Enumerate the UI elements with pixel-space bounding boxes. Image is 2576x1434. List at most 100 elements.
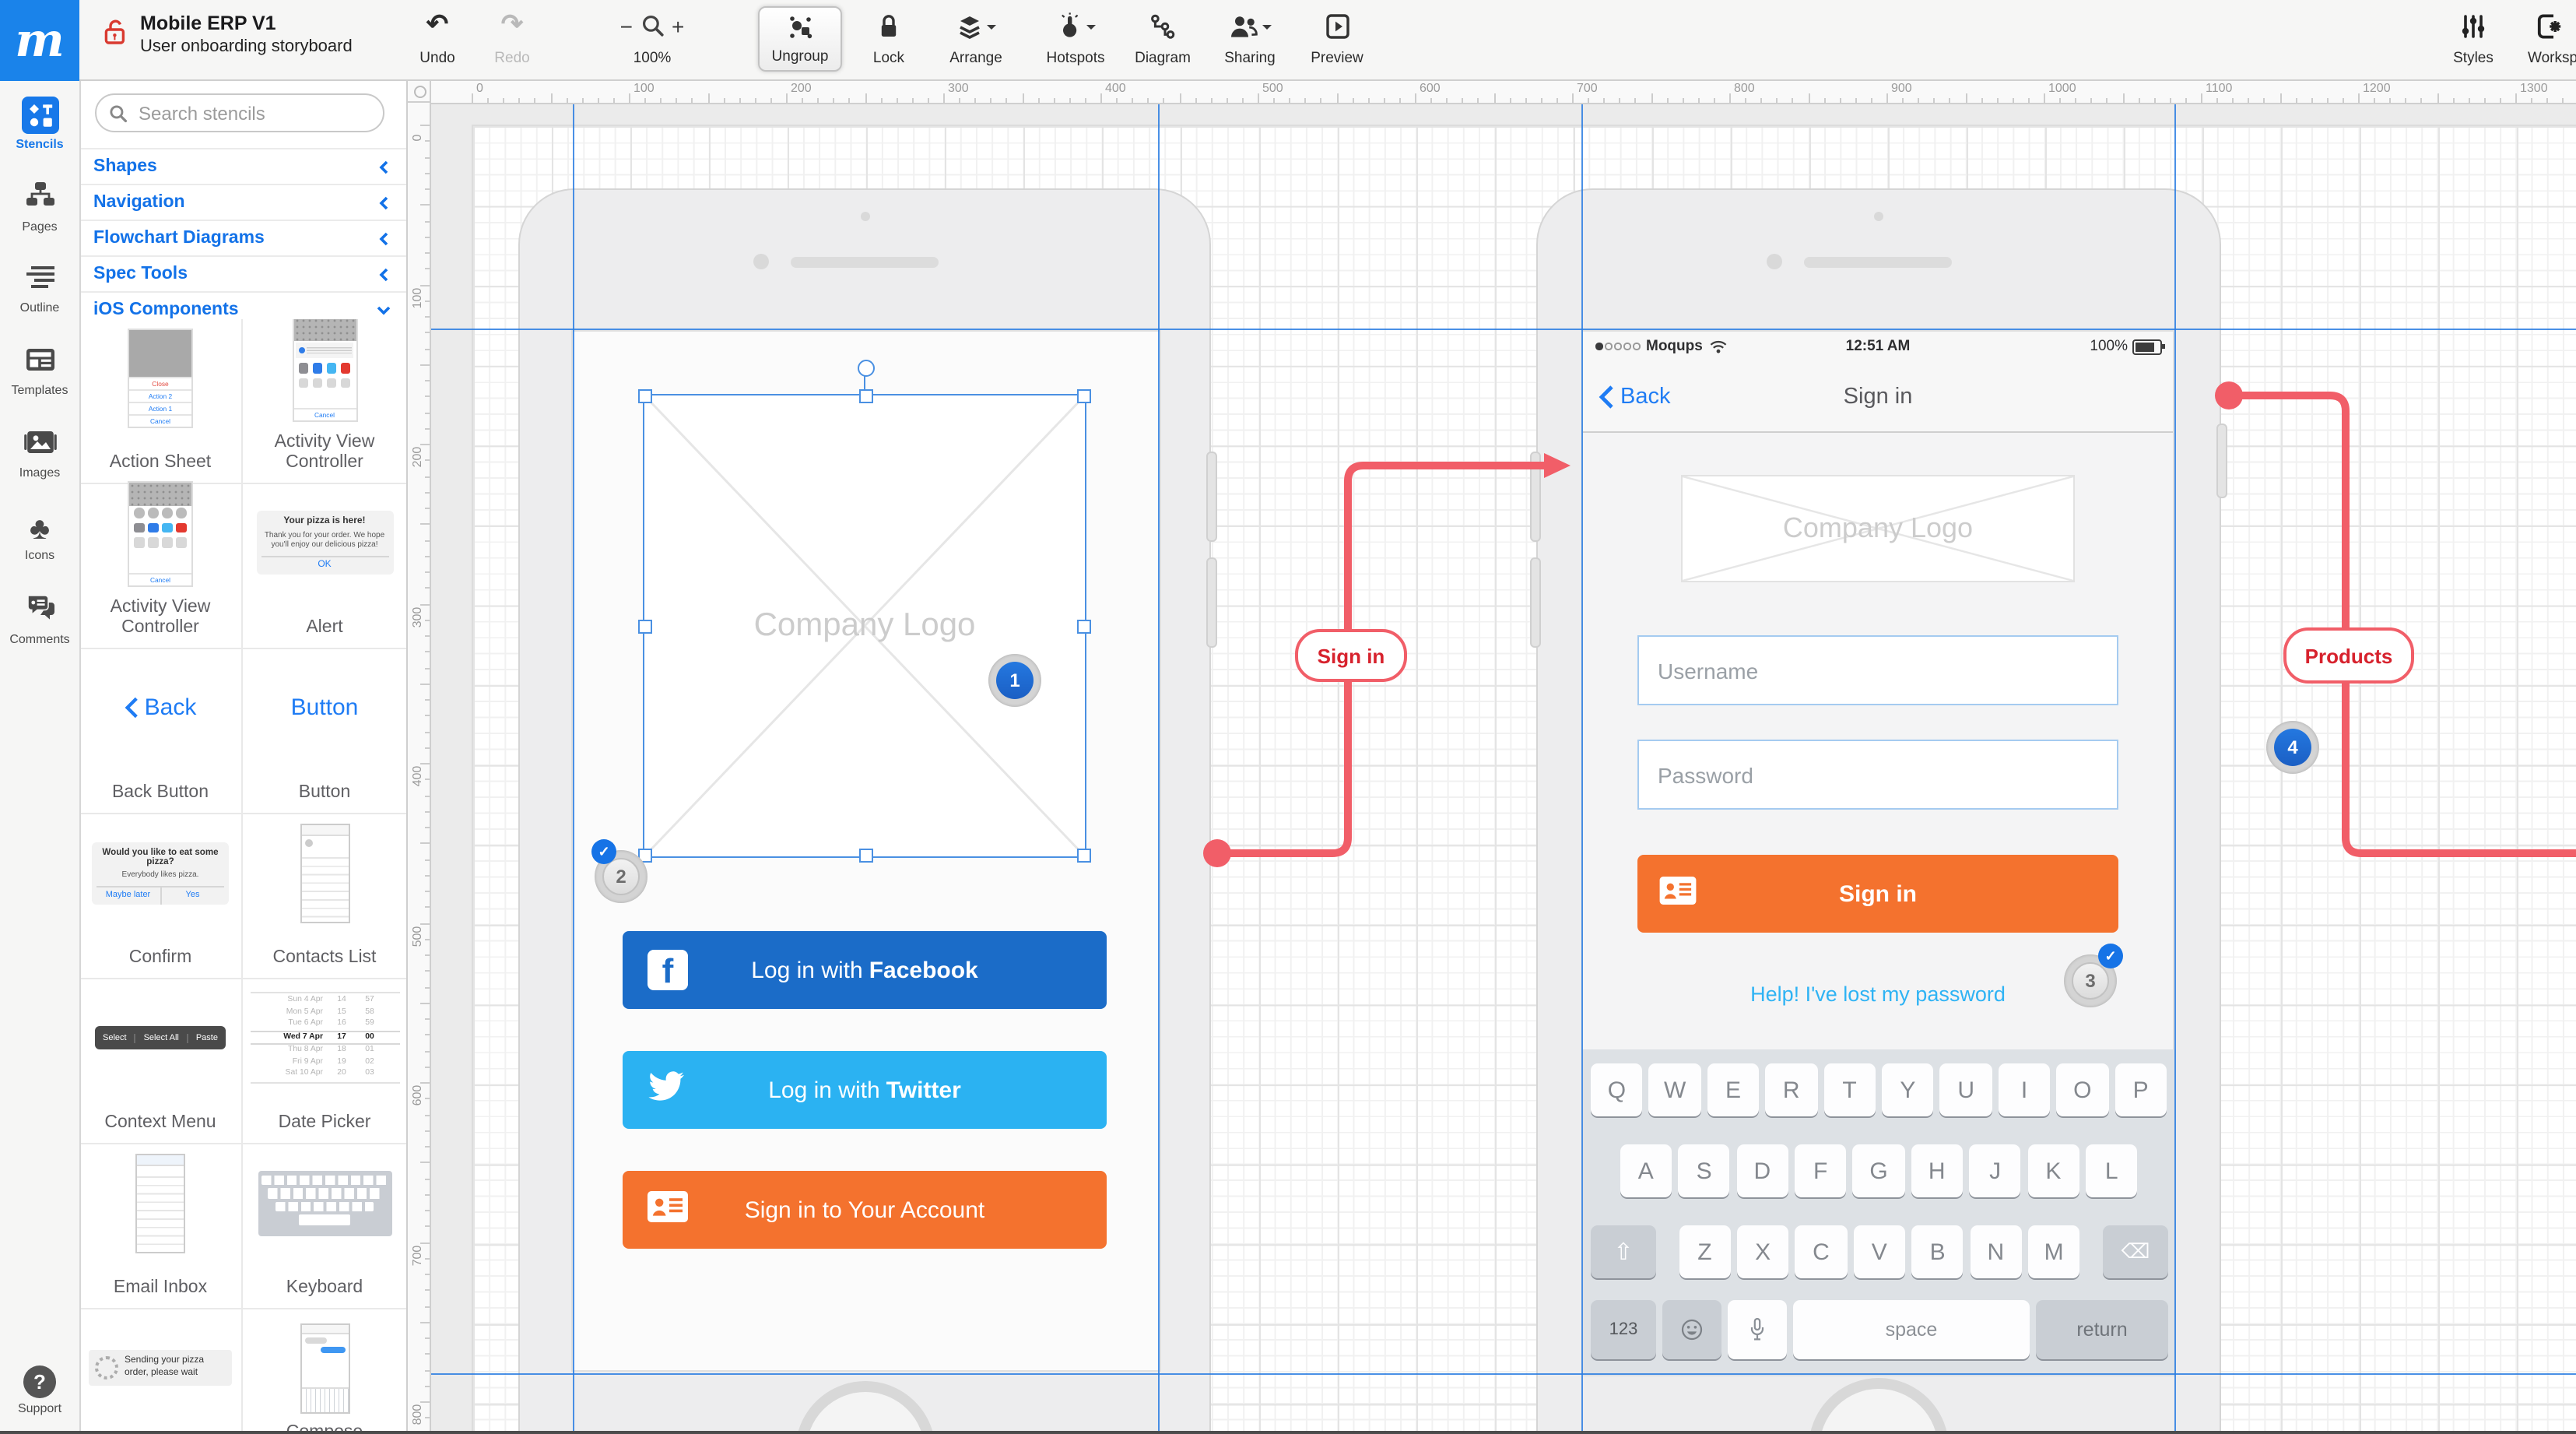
- toolbar-ungroup[interactable]: Ungroup: [758, 6, 842, 72]
- sidebar-item-images[interactable]: Images: [0, 416, 79, 494]
- dictation-key[interactable]: [1728, 1300, 1787, 1359]
- stencil-item-alert[interactable]: Your pizza is here! Thank you for your o…: [243, 484, 406, 649]
- step-badge-4[interactable]: 4: [2266, 721, 2319, 774]
- key-S[interactable]: S: [1678, 1144, 1730, 1197]
- key-V[interactable]: V: [1853, 1225, 1906, 1278]
- guide-horizontal[interactable]: [431, 1373, 2576, 1375]
- key-T[interactable]: T: [1823, 1063, 1876, 1116]
- phone2-screen[interactable]: Moqups 12:51 AM 100% Back Sign in Compan…: [1581, 330, 2176, 1376]
- stencil-item-activity-view-controller-2[interactable]: Cancel Activity View Controller: [79, 480, 243, 649]
- stencil-item-confirm[interactable]: Would you like to eat some pizza? Everyb…: [79, 814, 243, 979]
- emoji-key[interactable]: [1662, 1300, 1721, 1359]
- stencil-item-action-sheet[interactable]: Close Action 2 Action 1 Cancel Action Sh…: [79, 319, 243, 484]
- company-logo-placeholder[interactable]: Company Logo: [638, 360, 1091, 863]
- sidebar-item-comments[interactable]: Comments: [0, 581, 79, 659]
- key-E[interactable]: E: [1707, 1063, 1760, 1116]
- selection-handle[interactable]: [1077, 849, 1091, 863]
- username-field[interactable]: Username: [1637, 635, 2118, 705]
- search-input[interactable]: [135, 100, 370, 125]
- key-H[interactable]: H: [1911, 1144, 1964, 1197]
- toolbar-styles[interactable]: Styles: [2437, 6, 2509, 72]
- toolbar-sharing[interactable]: Sharing: [1209, 6, 1290, 72]
- key-Q[interactable]: Q: [1591, 1063, 1643, 1116]
- selection-handle[interactable]: [858, 849, 872, 863]
- key-X[interactable]: X: [1736, 1225, 1789, 1278]
- key-F[interactable]: F: [1794, 1144, 1847, 1197]
- undo-button[interactable]: ↶ Undo: [408, 6, 467, 72]
- key-D[interactable]: D: [1736, 1144, 1788, 1197]
- signin-account-button[interactable]: Sign in to Your Account: [623, 1171, 1107, 1249]
- guide-vertical[interactable]: [1581, 103, 1583, 1434]
- stencil-item-contacts-list[interactable]: Contacts List: [243, 814, 406, 979]
- unlocked-icon[interactable]: [103, 17, 128, 53]
- space-key[interactable]: space: [1793, 1300, 2030, 1359]
- stencil-item-back-button[interactable]: Back Back Button: [79, 649, 243, 814]
- key-N[interactable]: N: [1970, 1225, 2022, 1278]
- return-key[interactable]: return: [2036, 1300, 2168, 1359]
- category-spec-tools[interactable]: Spec Tools: [79, 255, 406, 291]
- category-shapes[interactable]: Shapes: [79, 148, 406, 184]
- toolbar-preview[interactable]: Preview: [1298, 6, 1376, 72]
- selection-handle[interactable]: [1077, 620, 1091, 634]
- key-U[interactable]: U: [1939, 1063, 1992, 1116]
- numbers-key[interactable]: 123: [1591, 1300, 1656, 1359]
- login-facebook-button[interactable]: f Log in with Facebook: [623, 931, 1107, 1009]
- sidebar-item-templates[interactable]: Templates: [0, 333, 79, 411]
- step-badge-2[interactable]: 2 ✓: [591, 839, 648, 903]
- key-J[interactable]: J: [1969, 1144, 2021, 1197]
- key-R[interactable]: R: [1765, 1063, 1818, 1116]
- toolbar-workspace[interactable]: Workspace: [2522, 6, 2576, 72]
- stencil-item-keyboard[interactable]: Keyboard: [243, 1144, 406, 1309]
- moqups-logo[interactable]: m: [0, 0, 79, 81]
- key-Y[interactable]: Y: [1882, 1063, 1934, 1116]
- stencil-item-compose-message[interactable]: Compose Message: [243, 1309, 406, 1434]
- key-A[interactable]: A: [1620, 1144, 1672, 1197]
- stencil-item-context-menu[interactable]: Select Select All Paste Context Menu: [79, 979, 243, 1144]
- key-Z[interactable]: Z: [1679, 1225, 1731, 1278]
- redo-button[interactable]: ↷ Redo: [483, 6, 542, 72]
- sidebar-item-stencils[interactable]: Stencils: [0, 84, 79, 162]
- toolbar-hotspots[interactable]: Hotspots: [1032, 6, 1119, 72]
- stencil-item-loading-view[interactable]: Sending your pizza order, please wait Lo…: [79, 1309, 243, 1434]
- zoom-out-button[interactable]: −: [620, 13, 633, 38]
- backspace-key[interactable]: ⌫: [2103, 1225, 2168, 1278]
- toolbar-lock[interactable]: Lock: [855, 6, 923, 72]
- step-badge-1[interactable]: 1: [988, 654, 1041, 707]
- sidebar-item-pages[interactable]: Pages: [0, 168, 79, 246]
- key-O[interactable]: O: [2056, 1063, 2109, 1116]
- stencil-item-button[interactable]: Button Button: [243, 649, 406, 814]
- category-navigation[interactable]: Navigation: [79, 184, 406, 220]
- sidebar-item-support[interactable]: ? Support: [0, 1351, 79, 1429]
- shift-key[interactable]: ⇧: [1591, 1225, 1656, 1278]
- signin-button[interactable]: Sign in: [1637, 855, 2118, 933]
- toolbar-diagram[interactable]: Diagram: [1122, 6, 1203, 72]
- doc-title[interactable]: Mobile ERP V1: [140, 11, 353, 36]
- category-flowchart-diagrams[interactable]: Flowchart Diagrams: [79, 220, 406, 255]
- stencil-item-email-inbox[interactable]: Email Inbox: [79, 1144, 243, 1309]
- key-W[interactable]: W: [1648, 1063, 1701, 1116]
- selection-handle[interactable]: [638, 620, 652, 634]
- guide-horizontal[interactable]: [431, 329, 2576, 330]
- key-K[interactable]: K: [2027, 1144, 2079, 1197]
- toolbar-arrange[interactable]: Arrange: [934, 6, 1018, 72]
- key-M[interactable]: M: [2027, 1225, 2080, 1278]
- key-I[interactable]: I: [1998, 1063, 2051, 1116]
- selection-handle[interactable]: [858, 389, 872, 403]
- key-C[interactable]: C: [1795, 1225, 1848, 1278]
- phone1-screen[interactable]: Company Logo f Log in with Facebook Log i…: [571, 330, 1161, 1372]
- selection-handle[interactable]: [638, 389, 652, 403]
- key-P[interactable]: P: [2114, 1063, 2167, 1116]
- guide-vertical[interactable]: [573, 103, 574, 1434]
- stencil-item-date-picker[interactable]: Sun 4 Apr 14 57 Mon 5 Apr 15 58 Tue 6 Apr 16 59 W…: [243, 979, 406, 1144]
- key-L[interactable]: L: [2085, 1144, 2138, 1197]
- key-B[interactable]: B: [1911, 1225, 1964, 1278]
- doc-subtitle[interactable]: User onboarding storyboard: [140, 36, 353, 59]
- step-badge-3[interactable]: 3 ✓: [2064, 944, 2123, 1007]
- connector-label-products[interactable]: Products: [2283, 627, 2414, 684]
- stencil-item-activity-view-controller[interactable]: Cancel Activity View Controller: [243, 319, 406, 484]
- company-logo-placeholder-2[interactable]: Company Logo: [1681, 475, 2075, 582]
- guide-vertical[interactable]: [2174, 103, 2176, 1434]
- password-field[interactable]: Password: [1637, 740, 2118, 810]
- selection-handle[interactable]: [1077, 389, 1091, 403]
- key-G[interactable]: G: [1852, 1144, 1905, 1197]
